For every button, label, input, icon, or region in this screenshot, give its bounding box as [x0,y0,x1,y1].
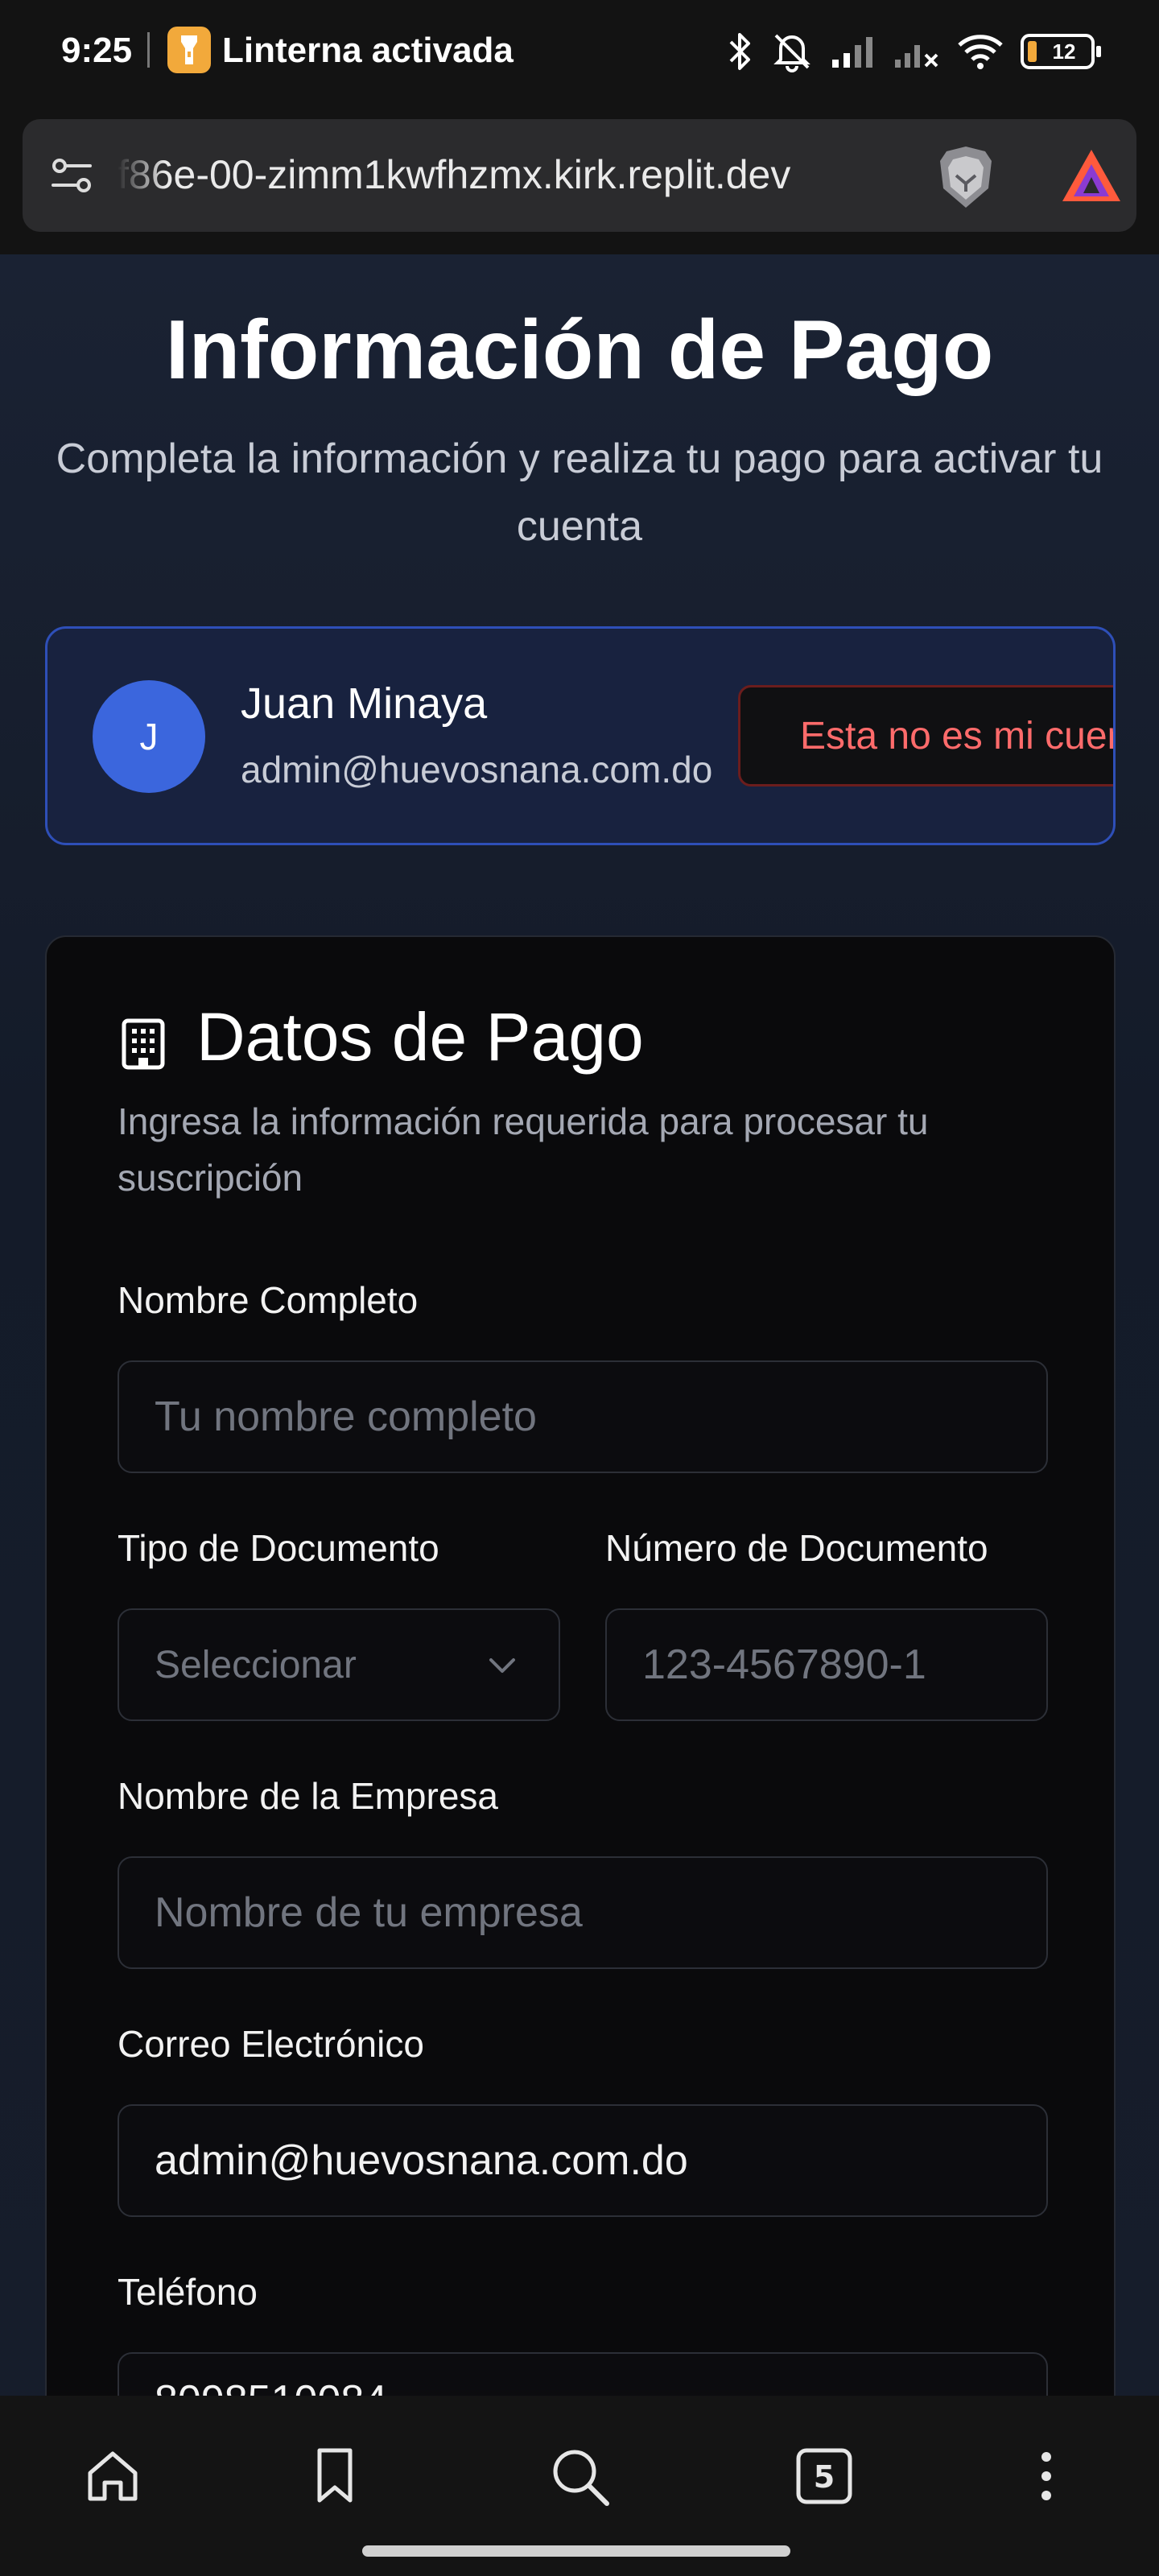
doc-type-label: Tipo de Documento [118,1527,439,1569]
payment-page: Información de Pago Completa la informac… [0,254,1159,2396]
email-label: Correo Electrónico [118,2023,424,2065]
email-field[interactable]: admin@huevosnana.com.do [118,2104,1048,2217]
flashlight-icon [167,27,211,73]
form-description: Ingresa la información requerida para pr… [118,1100,929,1199]
phone-field[interactable]: 8098510084 [118,2352,1048,2396]
user-name: Juan Minaya [241,679,488,728]
no-signal-icon [895,45,938,68]
mute-icon [773,34,810,72]
brave-rewards-icon[interactable] [1059,147,1124,204]
payment-form-card: Datos de Pago Ingresa la información req… [45,935,1116,2396]
page-subtitle: Completa la información y realiza tu pag… [56,436,1103,550]
doc-number-input[interactable]: 123-4567890-1 [605,1608,1048,1721]
status-separator [147,32,150,68]
address-bar[interactable]: f86e-00-zimm1kwfhzmx.kirk.replit.dev [23,119,1136,232]
wifi-icon [958,35,1003,69]
company-label: Nombre de la Empresa [118,1775,498,1817]
site-settings-icon[interactable] [48,151,97,200]
search-icon[interactable] [541,2438,618,2515]
phone-label: Teléfono [118,2271,258,2313]
user-card: J Juan Minaya admin@huevosnana.com.do Es… [45,626,1116,845]
bookmark-icon[interactable] [296,2438,373,2515]
status-bar: 9:25 Linterna activada 12 [0,0,1159,105]
doc-number-label: Número de Documento [605,1527,988,1569]
tabs-icon[interactable]: 5 [786,2438,863,2515]
status-notification: Linterna activada [222,31,514,70]
signal-icon [832,37,872,68]
battery-icon: 12 [1021,34,1101,69]
browser-toolbar: f86e-00-zimm1kwfhzmx.kirk.replit.dev [0,105,1159,254]
not-my-account-label: Esta no es mi cuenta [800,714,1113,758]
browser-bottom-nav: 5 [0,2396,1159,2576]
battery-level: 12 [1052,39,1076,64]
company-input[interactable]: Nombre de tu empresa [118,1856,1048,1969]
form-title: Datos de Pago [196,999,644,1075]
doc-type-select[interactable]: Seleccionar [118,1608,560,1721]
tabs-count: 5 [814,2459,835,2495]
user-email: admin@huevosnana.com.do [241,749,713,791]
bluetooth-icon [729,33,750,70]
status-time: 9:25 [61,31,133,70]
chevron-down-icon [489,1658,515,1673]
page-title: Información de Pago [165,303,994,397]
menu-icon[interactable] [1008,2438,1085,2515]
doc-type-selected: Seleccionar [155,1643,357,1686]
full-name-input[interactable]: Tu nombre completo [118,1360,1048,1473]
url-text[interactable]: f86e-00-zimm1kwfhzmx.kirk.replit.dev [118,151,922,198]
home-indicator[interactable] [362,2545,790,2557]
brave-shields-icon[interactable] [934,143,998,211]
avatar: J [93,680,205,793]
home-icon[interactable] [74,2438,151,2515]
status-icons: 12 [726,27,1101,76]
building-icon [122,1018,165,1070]
full-name-label: Nombre Completo [118,1279,419,1321]
not-my-account-button[interactable]: Esta no es mi cuenta [738,685,1113,786]
